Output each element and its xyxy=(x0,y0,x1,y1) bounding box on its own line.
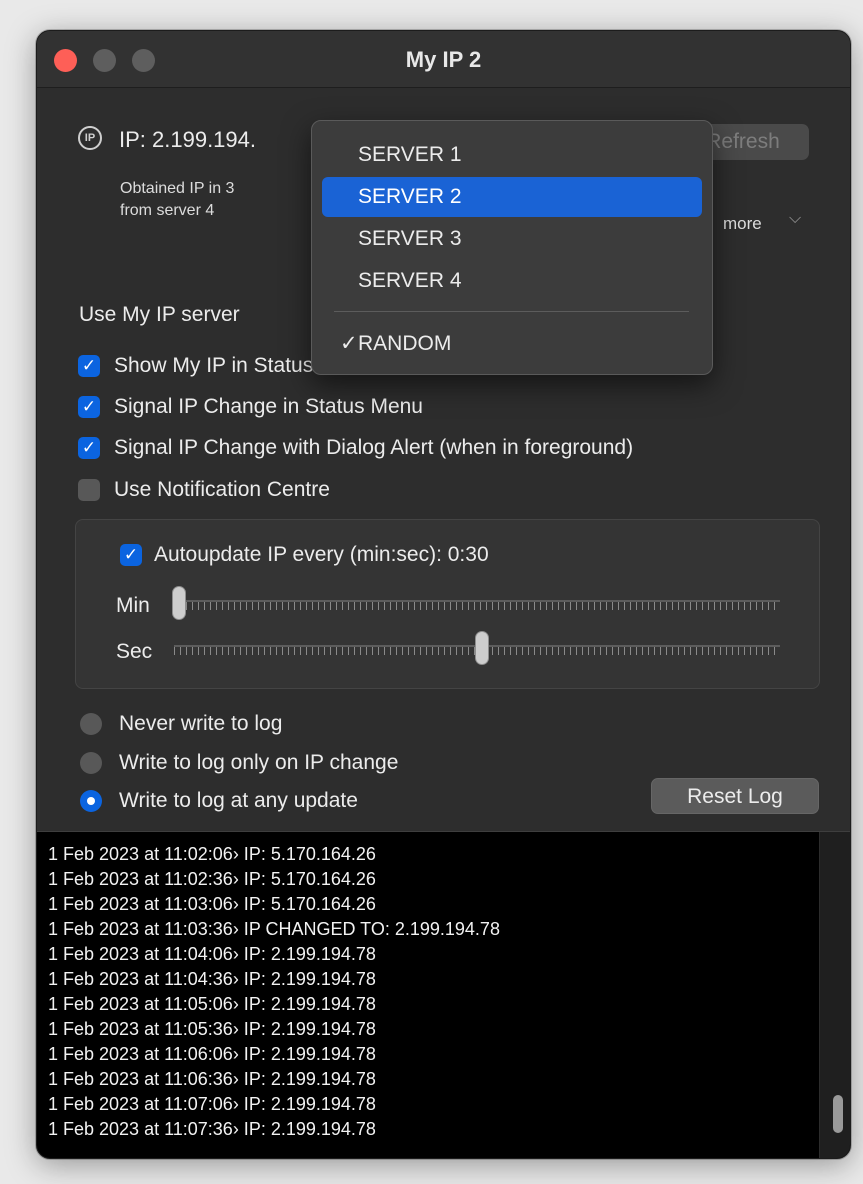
log-mode-label: Write to log only on IP change xyxy=(119,751,399,774)
window-title: My IP 2 xyxy=(405,47,482,72)
option-label: Use Notification Centre xyxy=(114,478,330,501)
sec-label: Sec xyxy=(116,640,153,663)
autoupdate-checkbox[interactable]: ✓ xyxy=(120,544,142,566)
option-checkbox[interactable] xyxy=(78,479,100,501)
current-ip-label: IP: 2.199.194. xyxy=(119,127,256,152)
menu-item-random-label: RANDOM xyxy=(358,332,452,355)
menu-item-server[interactable]: SERVER 4 xyxy=(322,261,702,301)
log-scrollbar-thumb[interactable] xyxy=(833,1095,843,1133)
autoupdate-label: Autoupdate IP every (min:sec): 0:30 xyxy=(154,543,489,566)
autoupdate-group: ✓ Autoupdate IP every (min:sec): 0:30 Mi… xyxy=(75,519,820,689)
server-dropdown-menu: SERVER 1 SERVER 2 SERVER 3 SERVER 4 ✓ RANDO… xyxy=(311,120,713,375)
log-mode-option[interactable]: Write to log at any update xyxy=(80,788,358,814)
menu-item-server[interactable]: SERVER 2 xyxy=(322,177,702,217)
log-lines: 1 Feb 2023 at 11:02:06› IP: 5.170.164.26… xyxy=(48,842,500,1142)
app-window: My IP 2 IP IP: 2.199.194. Obtained IP in… xyxy=(36,30,851,1159)
log-mode-label: Write to log at any update xyxy=(119,789,358,812)
log-mode-option[interactable]: Never write to log xyxy=(80,711,282,737)
log-view[interactable]: 1 Feb 2023 at 11:02:06› IP: 5.170.164.26… xyxy=(37,831,850,1158)
option-checkbox[interactable]: ✓ xyxy=(78,355,100,377)
log-line: 1 Feb 2023 at 11:07:06› IP: 2.199.194.78 xyxy=(48,1094,376,1114)
log-mode-radio[interactable] xyxy=(80,713,102,735)
option-row[interactable]: ✓ Signal IP Change with Dialog Alert (whe… xyxy=(78,435,633,461)
log-mode-radio[interactable] xyxy=(80,752,102,774)
log-line: 1 Feb 2023 at 11:03:06› IP: 5.170.164.26 xyxy=(48,894,376,914)
log-line: 1 Feb 2023 at 11:07:36› IP: 2.199.194.78 xyxy=(48,1119,376,1139)
log-line: 1 Feb 2023 at 11:02:06› IP: 5.170.164.26 xyxy=(48,844,376,864)
obtained-line-2: from server 4 xyxy=(120,202,215,219)
sec-slider-knob[interactable] xyxy=(475,631,490,665)
log-line: 1 Feb 2023 at 11:05:36› IP: 2.199.194.78 xyxy=(48,1019,376,1039)
min-slider-track[interactable] xyxy=(174,600,780,610)
log-mode-label: Never write to log xyxy=(119,712,283,735)
more-toggle-label[interactable]: more xyxy=(723,214,762,234)
log-line: 1 Feb 2023 at 11:06:06› IP: 2.199.194.78 xyxy=(48,1044,376,1064)
min-slider-knob[interactable] xyxy=(172,586,186,620)
log-line: 1 Feb 2023 at 11:04:36› IP: 2.199.194.78 xyxy=(48,969,376,989)
option-checkbox[interactable]: ✓ xyxy=(78,437,100,459)
obtained-line-1: Obtained IP in 3 xyxy=(120,180,235,197)
menu-item-random[interactable]: ✓ RANDOM xyxy=(322,324,702,364)
log-line: 1 Feb 2023 at 11:05:06› IP: 2.199.194.78 xyxy=(48,994,376,1014)
log-line: 1 Feb 2023 at 11:02:36› IP: 5.170.164.26 xyxy=(48,869,376,889)
checkmark-icon: ✓ xyxy=(340,332,358,355)
obtained-info: Obtained IP in 3 from server 4 xyxy=(120,178,234,222)
option-checkbox[interactable]: ✓ xyxy=(78,396,100,418)
log-line: 1 Feb 2023 at 11:04:06› IP: 2.199.194.78 xyxy=(48,944,376,964)
option-row[interactable]: Use Notification Centre xyxy=(78,477,330,503)
option-label: Signal IP Change with Dialog Alert (when… xyxy=(114,436,634,459)
log-mode-radio[interactable] xyxy=(80,790,102,812)
reset-log-button[interactable]: Reset Log xyxy=(651,778,819,814)
chevron-down-icon[interactable]: ⌵ xyxy=(789,210,801,228)
ip-badge-icon: IP xyxy=(78,126,102,150)
option-label: Signal IP Change in Status Menu xyxy=(114,395,423,418)
log-mode-option[interactable]: Write to log only on IP change xyxy=(80,750,398,776)
option-row[interactable]: ✓ Signal IP Change in Status Menu xyxy=(78,394,423,420)
server-select-label: Use My IP server xyxy=(79,303,240,326)
log-line: 1 Feb 2023 at 11:06:36› IP: 2.199.194.78 xyxy=(48,1069,376,1089)
menu-item-server[interactable]: SERVER 1 xyxy=(322,135,702,175)
title-bar[interactable]: My IP 2 xyxy=(37,31,850,88)
min-label: Min xyxy=(116,594,150,617)
log-line: 1 Feb 2023 at 11:03:36› IP CHANGED TO: 2… xyxy=(48,919,500,939)
autoupdate-row[interactable]: ✓ Autoupdate IP every (min:sec): 0:30 xyxy=(120,542,489,568)
menu-separator xyxy=(334,311,689,312)
menu-item-server[interactable]: SERVER 3 xyxy=(322,219,702,259)
